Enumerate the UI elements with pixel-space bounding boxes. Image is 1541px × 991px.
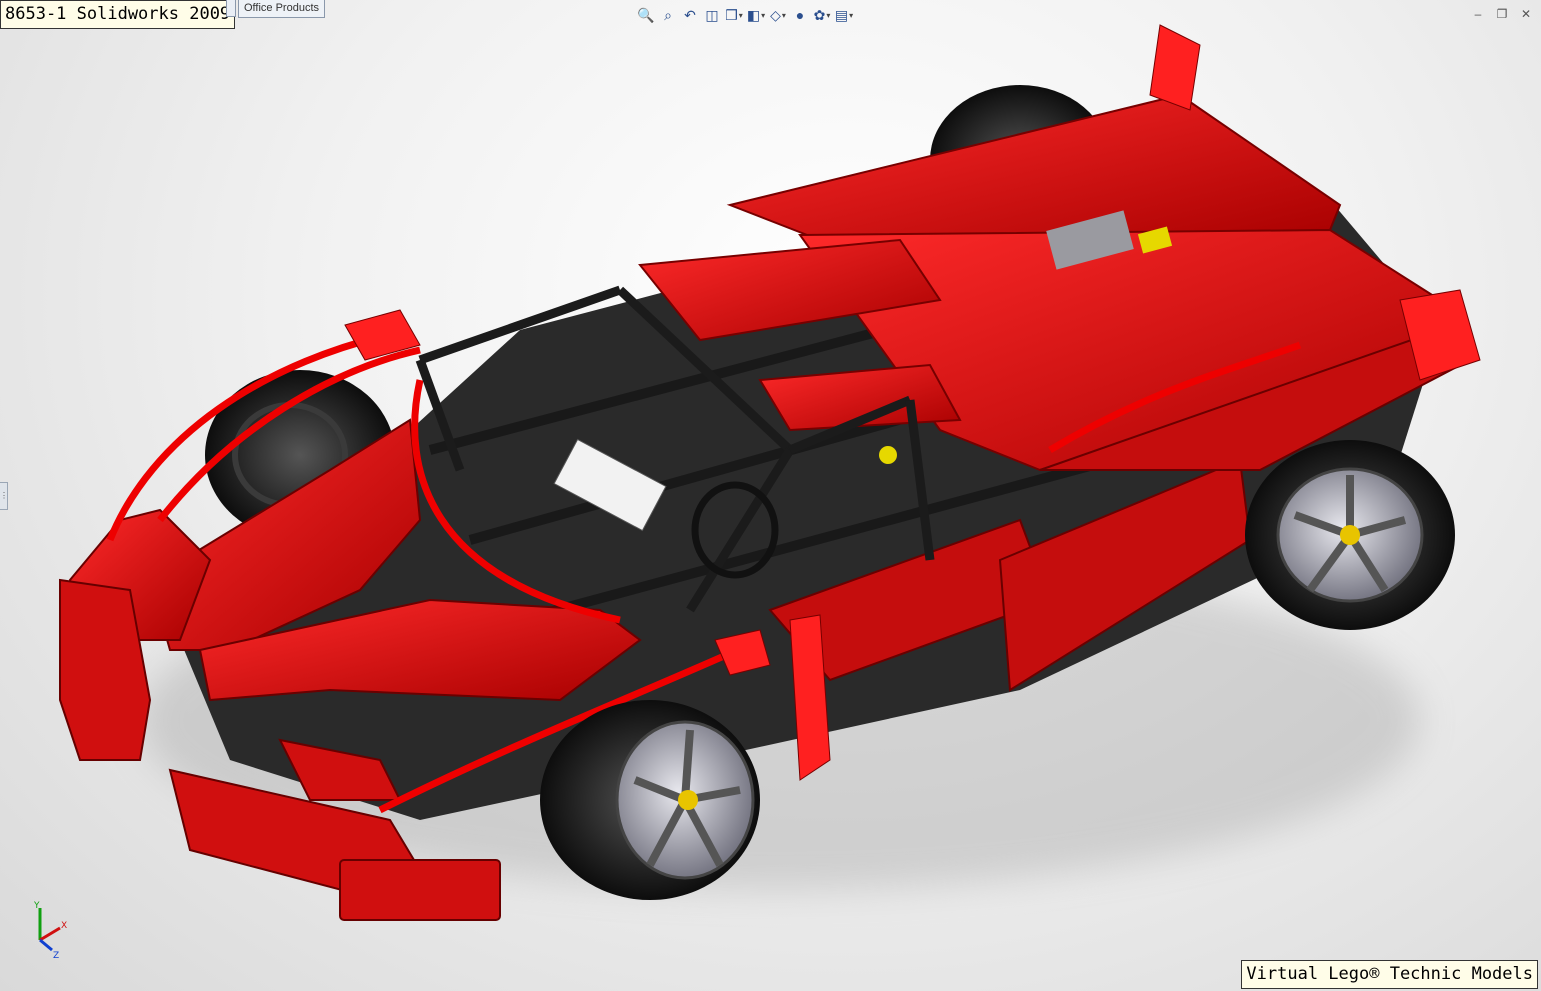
minimize-icon[interactable]: – bbox=[1469, 6, 1487, 22]
rear-left-wheel bbox=[1245, 440, 1455, 630]
hide-show-items-icon[interactable]: ◇ bbox=[768, 5, 788, 25]
triad-z-label: Z bbox=[53, 951, 59, 960]
previous-view-icon[interactable]: ↶ bbox=[680, 5, 700, 25]
model-title-label: 8653-1 Solidworks 2009 bbox=[0, 0, 236, 29]
triad-x-axis bbox=[39, 926, 61, 942]
view-settings-icon[interactable]: ▤ bbox=[834, 5, 854, 25]
section-view-icon[interactable]: ◫ bbox=[702, 5, 722, 25]
view-orientation-icon[interactable]: ❒ bbox=[724, 5, 744, 25]
car-model[interactable] bbox=[0, 0, 1541, 991]
window-controls: – ❐ ✕ bbox=[1469, 6, 1535, 22]
edit-appearance-icon[interactable]: ● bbox=[790, 5, 810, 25]
graphics-area[interactable]: 8653-1 Solidworks 2009 Office Products 🔍… bbox=[0, 0, 1541, 991]
tab-office-products[interactable]: Office Products bbox=[238, 0, 325, 18]
apply-scene-icon[interactable]: ✿ bbox=[812, 5, 832, 25]
triad-y-label: Y bbox=[33, 901, 40, 911]
watermark-label: Virtual Lego® Technic Models bbox=[1241, 960, 1538, 989]
feature-manager-expand-handle[interactable]: ⋮ bbox=[0, 482, 8, 510]
zoom-to-fit-icon[interactable]: 🔍 bbox=[636, 5, 656, 25]
heads-up-view-toolbar: 🔍 ⌕ ↶ ◫ ❒ ◧ ◇ ● ✿ ▤ bbox=[636, 4, 854, 26]
triad-x-label: X bbox=[61, 921, 67, 931]
close-icon[interactable]: ✕ bbox=[1517, 6, 1535, 22]
zoom-to-area-icon[interactable]: ⌕ bbox=[658, 5, 678, 25]
front-right-wheel bbox=[540, 700, 760, 900]
reference-triad: Y X Z bbox=[33, 901, 67, 960]
restore-icon[interactable]: ❐ bbox=[1493, 6, 1511, 22]
display-style-icon[interactable]: ◧ bbox=[746, 5, 766, 25]
tab-partial[interactable] bbox=[226, 0, 236, 17]
triad-z-axis bbox=[39, 938, 53, 952]
